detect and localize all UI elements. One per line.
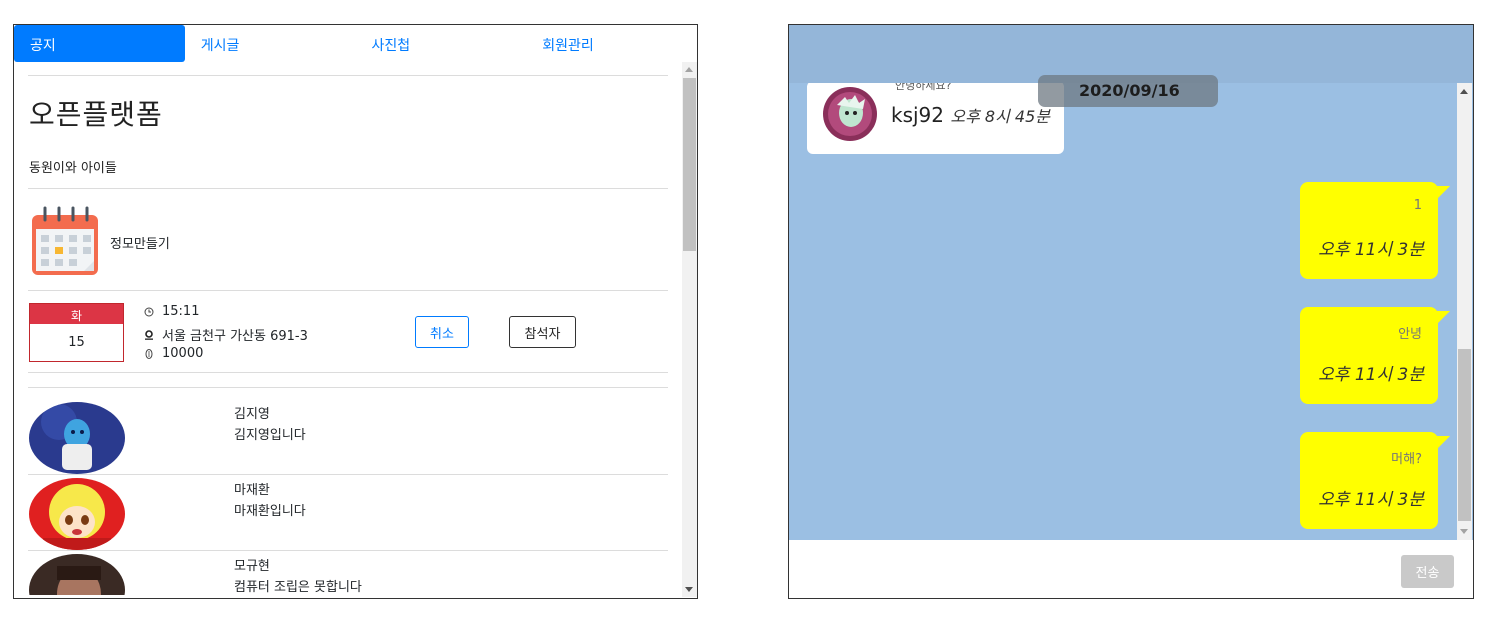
create-meetup-label[interactable]: 정모만들기 [110, 233, 170, 252]
meetup-cost: 10000 [162, 346, 204, 361]
member-name: 김지영 [234, 407, 270, 422]
member-name: 마재환 [234, 483, 270, 498]
sender-username: ksj92 [891, 103, 945, 127]
coin-icon [145, 348, 153, 359]
location-pin-icon [145, 329, 153, 340]
chat-scrollbar[interactable] [1457, 83, 1472, 540]
sent-message-bubble[interactable]: 1 오후 11시 3분 [1300, 182, 1450, 279]
meetup-time-row: 15:11 [144, 304, 199, 319]
content-scrollbar[interactable] [682, 62, 697, 597]
message-text: 안녕 [1398, 327, 1422, 342]
message-text: 1 [1413, 198, 1422, 213]
message-text: 머해? [1391, 452, 1422, 467]
meetup-time: 15:11 [162, 304, 200, 319]
message-time: 오후 11시 3분 [1318, 365, 1424, 385]
meetup-weekday: 화 [30, 304, 123, 324]
tab-photos[interactable]: 사진첩 [356, 25, 527, 62]
message-time: 오후 11시 3분 [1318, 490, 1424, 510]
member-intro: 컴퓨터 조립은 못합니다 [234, 580, 362, 595]
divider [28, 372, 668, 373]
sent-message-bubble[interactable]: 안녕 오후 11시 3분 [1300, 307, 1450, 404]
divider [28, 550, 668, 551]
tab-posts[interactable]: 게시글 [185, 25, 356, 62]
member-avatar[interactable] [29, 554, 125, 595]
sender-line: ksj92 오후 8시 45분 [891, 103, 1050, 127]
divider [28, 188, 668, 189]
meetup-day-number: 15 [68, 335, 85, 350]
notice-content: 오픈플랫폼 동원이와 아이들 정모만들기 화 15 15:11 서울 금천구 가… [28, 75, 668, 595]
scrollbar-thumb[interactable] [1458, 349, 1471, 521]
meetup-location: 서울 금천구 가산동 691-3 [162, 329, 308, 344]
message-input-bar[interactable]: 전송 [789, 540, 1473, 598]
member-avatar[interactable] [29, 478, 125, 550]
divider [28, 387, 668, 388]
scroll-down-arrow-icon[interactable] [685, 587, 693, 592]
chat-panel: 안녕하세요? ksj92 오후 8시 45분 2020/09/16 1 오후 1… [788, 24, 1474, 599]
cancel-button[interactable]: 취소 [415, 316, 469, 348]
meetup-date-badge: 화 15 [29, 303, 124, 362]
scroll-up-arrow-icon[interactable] [1460, 89, 1468, 94]
sent-message-bubble[interactable]: 머해? 오후 11시 3분 [1300, 432, 1450, 529]
group-panel: 공지 게시글 사진첩 회원관리 오픈플랫폼 동원이와 아이들 정모만들기 화 1… [13, 24, 698, 599]
sender-avatar[interactable] [823, 87, 877, 141]
message-time: 오후 11시 3분 [1318, 240, 1424, 260]
member-avatar[interactable] [29, 402, 125, 474]
received-message-card: 안녕하세요? ksj92 오후 8시 45분 [807, 79, 1064, 154]
group-title: 오픈플랫폼 [29, 98, 163, 131]
calendar-icon[interactable] [29, 205, 102, 277]
tab-members[interactable]: 회원관리 [526, 25, 697, 62]
clock-icon [144, 307, 154, 316]
member-name: 모규현 [234, 559, 270, 574]
tab-notice[interactable]: 공지 [14, 25, 185, 62]
group-description: 동원이와 아이들 [29, 161, 117, 176]
member-intro: 마재환입니다 [234, 504, 306, 519]
member-intro: 김지영입니다 [234, 428, 306, 443]
divider [28, 75, 668, 76]
meetup-cost-row: 10000 [144, 346, 203, 361]
meetup-location-row: 서울 금천구 가산동 691-3 [144, 325, 308, 344]
scroll-down-arrow-icon[interactable] [1460, 529, 1468, 534]
message-time: 오후 8시 45분 [950, 107, 1050, 126]
date-divider: 2020/09/16 [1038, 75, 1218, 107]
send-button[interactable]: 전송 [1401, 555, 1454, 588]
attendees-button[interactable]: 참석자 [509, 316, 576, 348]
divider [28, 290, 668, 291]
scroll-up-arrow-icon[interactable] [685, 67, 693, 72]
tab-bar: 공지 게시글 사진첩 회원관리 [14, 25, 697, 62]
scrollbar-thumb[interactable] [683, 78, 696, 251]
divider [28, 474, 668, 475]
